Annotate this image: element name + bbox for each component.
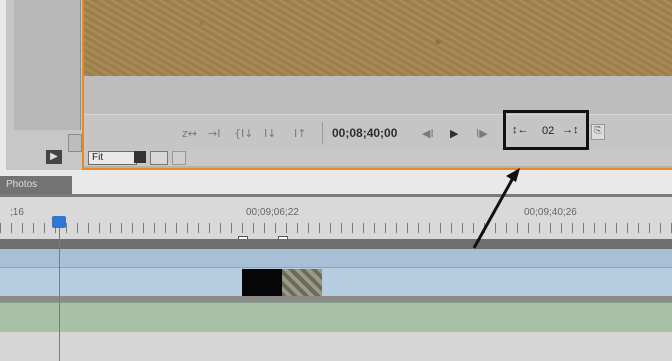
screenshot-frame: ▶ z↔ →I {I↓ I↓ I↑ 00;08;40;00 ◀I ▶ I▶ ↕←… xyxy=(0,0,672,361)
annotation-arrow xyxy=(472,168,520,249)
